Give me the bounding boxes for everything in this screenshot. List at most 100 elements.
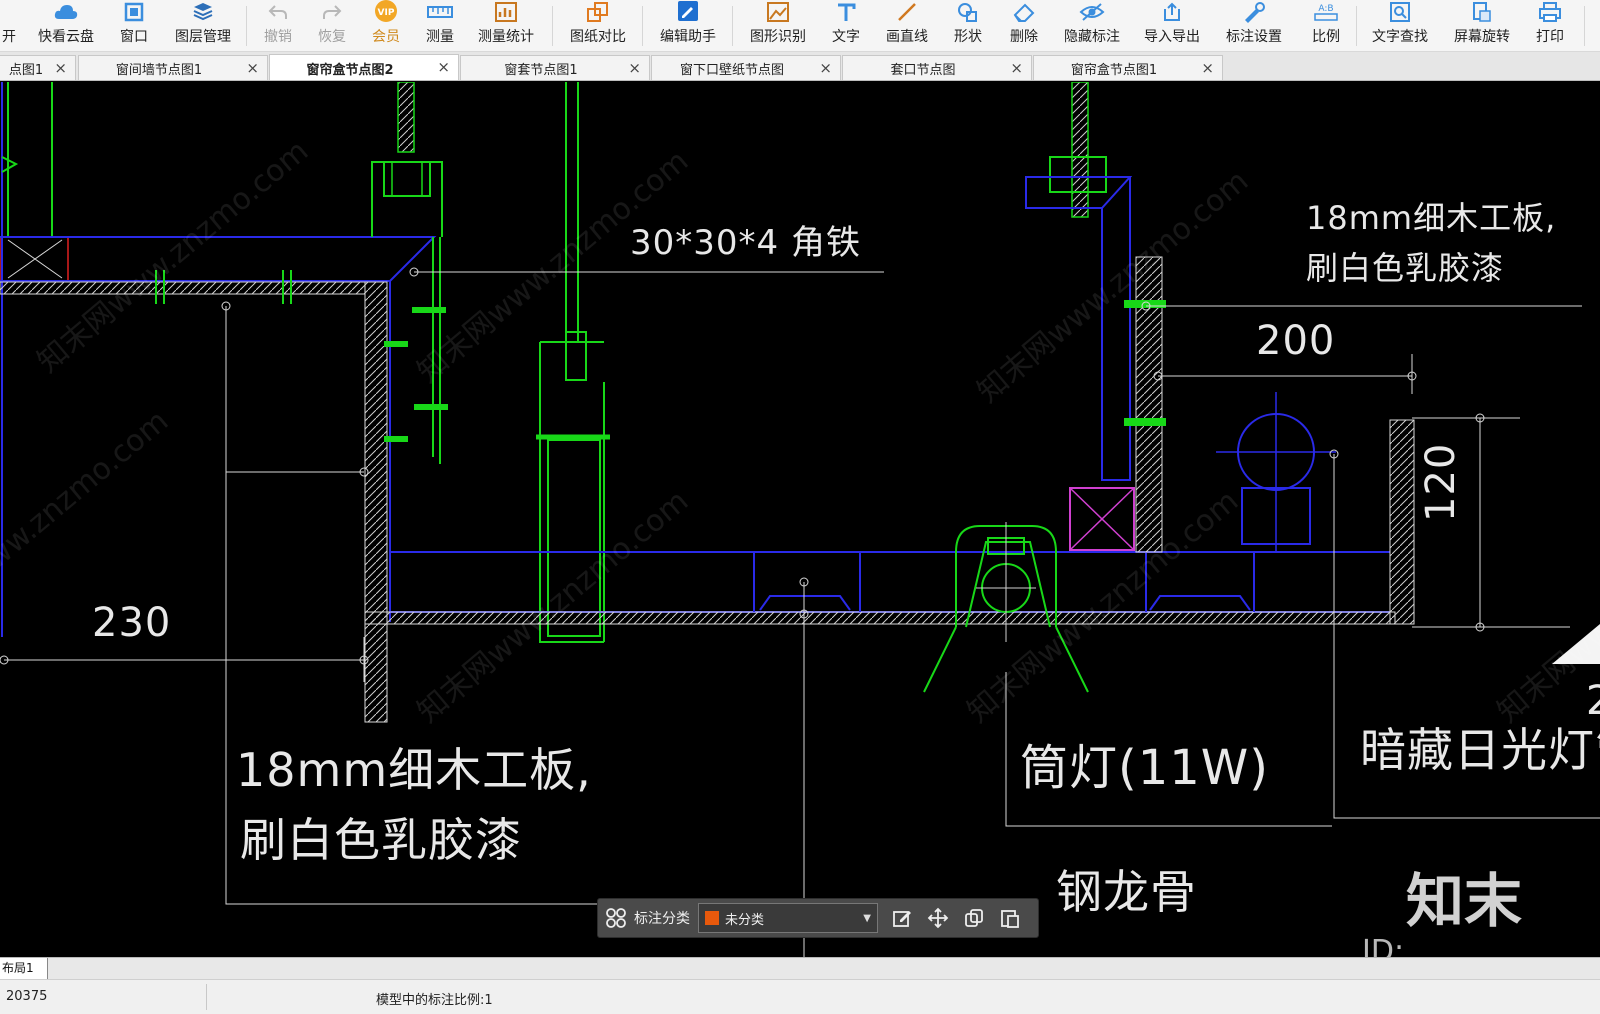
close-icon[interactable]: × [437, 59, 450, 75]
svg-text:A:B: A:B [1318, 4, 1333, 14]
angle-iron-label: 30*30*4 角铁 [630, 223, 861, 263]
toolbar-label: 恢复 [318, 29, 346, 45]
open-button[interactable]: 开 [0, 0, 18, 51]
measure-stats-button[interactable]: 测量统计 [474, 0, 538, 51]
draw-line-button[interactable]: 画直线 [882, 0, 932, 51]
svg-text:VIP: VIP [378, 8, 395, 18]
dimension-230: 230 [92, 600, 172, 646]
scale-button[interactable]: A:B 比例 [1306, 0, 1346, 51]
layout-tab-bar: 布局1 [0, 957, 1600, 979]
toolbar-separator [732, 6, 733, 46]
open-icon [0, 0, 22, 23]
board-note-right-line1: 18mm细木工板, [1306, 199, 1557, 237]
layer-manager-button[interactable]: 图层管理 [172, 0, 234, 51]
tab-node-1[interactable]: 点图1 × [0, 55, 76, 80]
tab-curtain-box-node-2[interactable]: 窗帘盒节点图2 × [269, 54, 459, 80]
annotation-scale-text: 模型中的标注比例:1 [376, 993, 493, 1008]
compare-button[interactable]: 图纸对比 [566, 0, 630, 51]
tab-title: 套口节点图 [890, 63, 956, 78]
close-icon[interactable]: × [819, 60, 832, 76]
close-icon[interactable]: × [1201, 60, 1214, 76]
tab-title: 点图1 [8, 63, 44, 78]
recognize-icon [765, 0, 791, 23]
compare-icon [585, 0, 611, 23]
close-icon[interactable]: × [54, 60, 67, 76]
rotate-screen-icon [1469, 0, 1495, 23]
toolbar-label: 图形识别 [750, 29, 806, 45]
toolbar-separator [246, 6, 247, 46]
toolbar-separator [1356, 6, 1357, 46]
toolbar-label: 形状 [954, 29, 982, 45]
edge-dimension-label: 2 [1586, 678, 1600, 724]
toolbar-label: 删除 [1010, 29, 1038, 45]
print-button[interactable]: 打印 [1530, 0, 1570, 51]
status-bar: 20375 模型中的标注比例:1 [0, 979, 1600, 1014]
window-icon [121, 0, 147, 23]
shape-button[interactable]: 形状 [948, 0, 988, 51]
redo-button[interactable]: 恢复 [312, 0, 352, 51]
window-button[interactable]: 窗口 [114, 0, 154, 51]
fluorescent-tube-label: 暗藏日光灯管 [1360, 723, 1600, 777]
measure-stats-icon [493, 0, 519, 23]
annotation-category-select[interactable]: 未分类 ▼ [698, 903, 878, 933]
tab-curtain-box-node-1[interactable]: 窗帘盒节点图1 × [1033, 55, 1223, 80]
tab-window-casing-node-1[interactable]: 窗套节点图1 × [460, 55, 650, 80]
edit-annotation-icon[interactable] [884, 898, 920, 938]
chevron-down-icon: ▼ [863, 913, 871, 924]
close-icon[interactable]: × [1010, 60, 1023, 76]
toolbar-label: 编辑助手 [660, 29, 716, 45]
text-button[interactable]: 文字 [826, 0, 866, 51]
toolbar-separator [642, 6, 643, 46]
tab-casing-opening-node[interactable]: 套口节点图 × [842, 55, 1032, 80]
close-icon[interactable]: × [246, 60, 259, 76]
main-toolbar: 开 快看云盘 窗口 图层管理 撤销 恢复 VIP 会员 测量 测量统计 图纸对比… [0, 0, 1600, 52]
move-icon[interactable] [920, 898, 956, 938]
dimension-120: 120 [1418, 442, 1464, 522]
undo-button[interactable]: 撤销 [258, 0, 298, 51]
cloud-icon [53, 0, 79, 23]
vip-button[interactable]: VIP 会员 [366, 0, 406, 51]
toolbar-label: 标注设置 [1226, 29, 1282, 45]
toolbar-label: 屏幕旋转 [1454, 29, 1510, 45]
drawing-canvas[interactable]: 知末网www.znzmo.com 知末网www.znzmo.com 知末网www… [0, 82, 1600, 957]
redo-icon [319, 0, 345, 23]
close-icon[interactable]: × [628, 60, 641, 76]
eye-hide-icon [1079, 0, 1105, 23]
annotation-toolbar: 标注分类 未分类 ▼ [597, 898, 1039, 938]
tab-title: 窗帘盒节点图2 [306, 62, 394, 78]
tab-wallpaper-node[interactable]: 窗下口壁纸节点图 × [651, 55, 841, 80]
vip-icon: VIP [373, 0, 399, 23]
tab-title: 窗下口壁纸节点图 [679, 63, 784, 78]
hide-annotations-button[interactable]: 隐藏标注 [1060, 0, 1124, 51]
toolbar-label: 比例 [1312, 29, 1340, 45]
measure-button[interactable]: 测量 [420, 0, 460, 51]
import-export-button[interactable]: 导入导出 [1140, 0, 1204, 51]
undo-icon [265, 0, 291, 23]
board-note-right-line2: 刷白色乳胶漆 [1306, 249, 1505, 287]
text-icon [833, 0, 859, 23]
annotation-settings-button[interactable]: 标注设置 [1222, 0, 1286, 51]
toolbar-separator [552, 6, 553, 46]
rotate-screen-button[interactable]: 屏幕旋转 [1450, 0, 1514, 51]
toolbar-label: 导入导出 [1144, 29, 1200, 45]
tab-wall-node-1[interactable]: 窗间墙节点图1 × [78, 55, 268, 80]
shape-icon [955, 0, 981, 23]
text-search-button[interactable]: 文字查找 [1368, 0, 1432, 51]
import-export-icon [1159, 0, 1185, 23]
recognize-button[interactable]: 图形识别 [746, 0, 810, 51]
copy-icon[interactable] [956, 898, 992, 938]
tab-title: 窗帘盒节点图1 [1070, 63, 1158, 78]
delete-button[interactable]: 删除 [1004, 0, 1044, 51]
edit-assistant-button[interactable]: 编辑助手 [656, 0, 720, 51]
category-grid-icon[interactable] [598, 898, 634, 938]
toolbar-label: 文字 [832, 29, 860, 45]
toolbar-label: 打印 [1536, 29, 1564, 45]
paste-icon[interactable] [992, 898, 1028, 938]
annotation-settings-icon [1241, 0, 1267, 23]
layout-tab-1[interactable]: 布局1 [0, 958, 48, 979]
toolbar-label: 开 [2, 29, 16, 45]
downlight-label: 筒灯(11W) [1020, 740, 1269, 796]
board-note-left-line2: 刷白色乳胶漆 [240, 813, 522, 867]
cloud-disk-button[interactable]: 快看云盘 [36, 0, 96, 51]
text-search-icon [1387, 0, 1413, 23]
